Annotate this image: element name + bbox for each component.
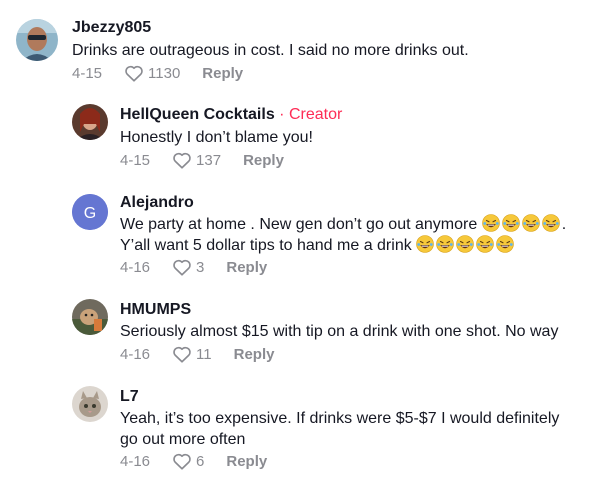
comment-text: We party at home . New gen don’t go out … bbox=[120, 214, 566, 235]
comment-text: Seriously almost $15 with tip on a drink… bbox=[120, 323, 559, 340]
username-label[interactable]: HellQueen Cocktails bbox=[120, 106, 275, 123]
comment-date: 4-16 bbox=[120, 258, 151, 276]
like-count: 6 bbox=[196, 452, 205, 470]
reply-button[interactable]: Reply bbox=[226, 259, 267, 276]
comment-item: L7 Yeah, it’s too expensive. If drinks w… bbox=[0, 377, 591, 485]
laughing-tears-emoji-icon bbox=[496, 235, 514, 253]
like-count: 137 bbox=[196, 151, 222, 169]
comment-username[interactable]: Jbezzy805 bbox=[72, 19, 151, 37]
like-count: 11 bbox=[196, 345, 212, 363]
heart-outline-icon[interactable] bbox=[124, 64, 144, 82]
comment-username[interactable]: HellQueen Cocktails · Creator bbox=[120, 106, 342, 124]
comment-text-line: We party at home . New gen don’t go out … bbox=[120, 216, 478, 233]
comment-item: Jbezzy805 Drinks are outrageous in cost.… bbox=[0, 0, 591, 90]
laughing-tears-emoji-icon bbox=[501, 214, 520, 232]
reply-button[interactable]: Reply bbox=[234, 346, 275, 363]
laughing-tears-emoji-icon bbox=[521, 214, 540, 232]
comment-username[interactable]: L7 bbox=[120, 388, 139, 406]
comment-date: 4-16 bbox=[120, 345, 151, 363]
heart-outline-icon[interactable] bbox=[172, 258, 192, 276]
creator-badge: · Creator bbox=[274, 106, 343, 123]
heart-outline-icon[interactable] bbox=[172, 345, 192, 363]
comment-text: go out more often bbox=[120, 431, 246, 448]
like-count: 3 bbox=[196, 258, 205, 276]
avatar[interactable] bbox=[72, 386, 108, 422]
laughing-tears-emoji-icon bbox=[541, 214, 560, 232]
like-count: 1130 bbox=[148, 64, 181, 82]
comment-date: 4-16 bbox=[120, 452, 151, 470]
comment-item: HellQueen Cocktails · Creator Honestly I… bbox=[0, 95, 591, 185]
comment-date: 4-15 bbox=[72, 64, 103, 82]
comment-item: HMUMPS Seriously almost $15 with tip on … bbox=[0, 290, 591, 375]
comment-item: G Alejandro We party at home . New gen d… bbox=[0, 185, 591, 285]
heart-outline-icon[interactable] bbox=[172, 452, 192, 470]
comment-date: 4-15 bbox=[120, 151, 151, 169]
reply-button[interactable]: Reply bbox=[202, 65, 243, 82]
avatar[interactable]: G bbox=[72, 194, 108, 230]
laughing-tears-emoji-icon bbox=[481, 214, 500, 232]
avatar-letter: G bbox=[84, 205, 96, 222]
emoji-run bbox=[481, 214, 562, 233]
reply-button[interactable]: Reply bbox=[243, 152, 284, 169]
comment-text: Drinks are outrageous in cost. I said no… bbox=[72, 42, 469, 59]
comment-text: Yeah, it’s too expensive. If drinks were… bbox=[120, 410, 560, 427]
avatar[interactable] bbox=[72, 299, 108, 335]
comment-text-line: Y’all want 5 dollar tips to hand me a dr… bbox=[120, 237, 412, 254]
comment-meta: 4-15 1130 Reply bbox=[72, 64, 243, 82]
comment-text: Y’all want 5 dollar tips to hand me a dr… bbox=[120, 235, 516, 256]
reply-button[interactable]: Reply bbox=[226, 453, 267, 470]
avatar[interactable] bbox=[72, 104, 108, 140]
emoji-run bbox=[416, 235, 516, 254]
comment-meta: 4-16 3 Reply bbox=[120, 258, 267, 276]
laughing-tears-emoji-icon bbox=[416, 235, 434, 253]
comment-username[interactable]: HMUMPS bbox=[120, 301, 191, 319]
heart-outline-icon[interactable] bbox=[172, 151, 192, 169]
comment-username[interactable]: Alejandro bbox=[120, 194, 194, 212]
comment-meta: 4-16 11 Reply bbox=[120, 345, 274, 363]
comment-meta: 4-16 6 Reply bbox=[120, 452, 267, 470]
avatar[interactable] bbox=[16, 19, 58, 61]
comment-text-punctuation: . bbox=[561, 216, 567, 233]
laughing-tears-emoji-icon bbox=[436, 235, 454, 253]
comment-meta: 4-15 137 Reply bbox=[120, 151, 284, 169]
laughing-tears-emoji-icon bbox=[476, 235, 494, 253]
laughing-tears-emoji-icon bbox=[456, 235, 474, 253]
comment-text: Honestly I don’t blame you! bbox=[120, 129, 313, 146]
